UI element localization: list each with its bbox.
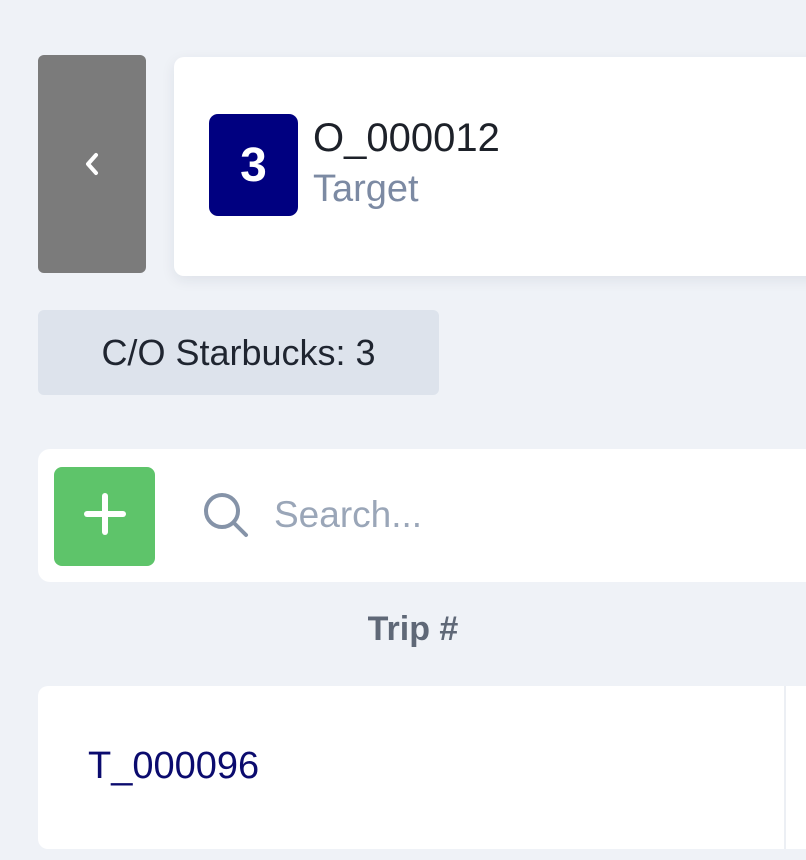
back-button[interactable] [38, 55, 146, 273]
order-subtitle: Target [313, 168, 419, 210]
search-input[interactable] [274, 483, 794, 547]
chevron-left-icon [80, 149, 104, 179]
column-divider [784, 686, 786, 849]
order-count-badge: 3 [209, 114, 298, 216]
add-button[interactable] [54, 467, 155, 566]
co-count-chip: C/O Starbucks: 3 [38, 310, 439, 395]
trip-id-cell: T_000096 [88, 745, 260, 787]
search-icon [201, 490, 251, 540]
search-toolbar [38, 449, 806, 582]
co-count-label: C/O Starbucks: 3 [101, 331, 376, 373]
order-id: O_000012 [313, 116, 500, 160]
table-row[interactable]: T_000096 [38, 686, 806, 849]
order-header-card: 3 O_000012 Target [174, 57, 806, 276]
column-header-trip[interactable]: Trip # [38, 610, 788, 649]
plus-icon [82, 491, 128, 542]
